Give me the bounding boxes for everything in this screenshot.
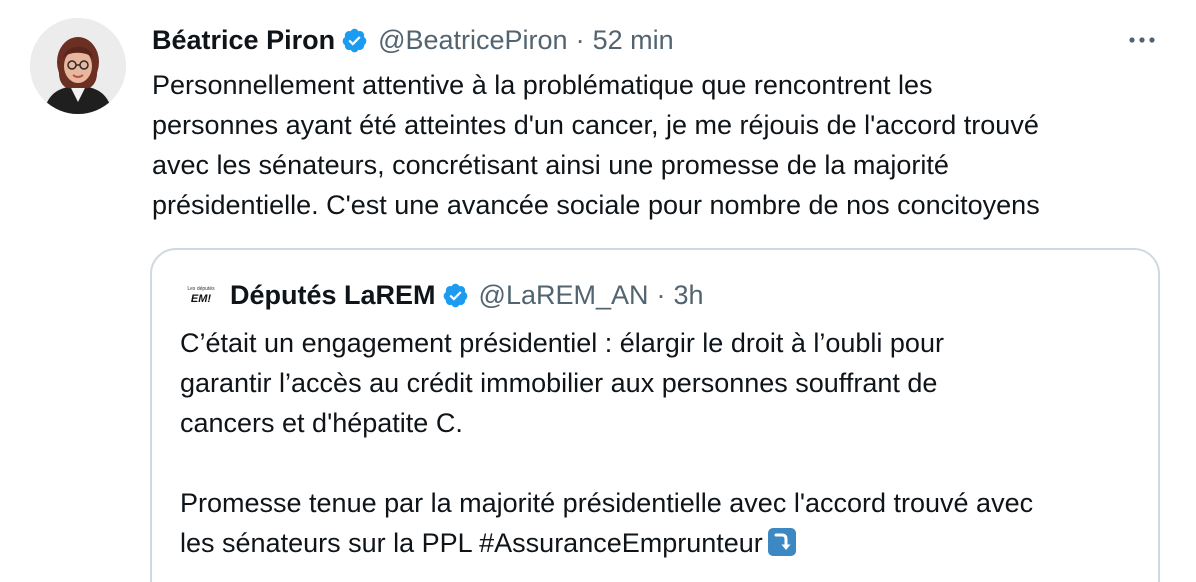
quoted-text-hashtag-line: les sénateurs sur la PPL #AssuranceEmpru…	[180, 528, 763, 558]
author-avatar[interactable]	[30, 18, 126, 114]
quoted-text-line	[180, 443, 1140, 483]
tweet[interactable]: Béatrice Piron @BeatricePiron · 52 min P…	[0, 0, 1196, 582]
more-options-icon[interactable]	[1126, 28, 1158, 52]
quoted-tweet[interactable]: Les députés EM! Députés LaREM @LaREM_AN …	[150, 248, 1160, 582]
tweet-text: Personnellement attentive à la problémat…	[152, 65, 1162, 225]
tweet-timestamp[interactable]: 52 min	[593, 25, 674, 56]
arrow-curving-down-emoji	[767, 528, 796, 556]
quoted-tweet-text: C’était un engagement présidentiel : éla…	[180, 323, 1140, 563]
quoted-text-line: cancers et d'hépatite C.	[180, 408, 463, 438]
author-handle[interactable]: @BeatricePiron	[378, 25, 568, 56]
tweet-text-line: avec les sénateurs, concrétisant ainsi u…	[152, 150, 949, 180]
quoted-author-handle[interactable]: @LaREM_AN	[479, 280, 649, 311]
quoted-header-separator: ·	[656, 279, 666, 310]
quoted-author-name[interactable]: Députés LaREM	[230, 280, 436, 311]
verified-badge-icon	[342, 28, 367, 52]
author-name[interactable]: Béatrice Piron	[152, 25, 335, 56]
header-separator: ·	[575, 24, 585, 55]
quoted-tweet-timestamp[interactable]: 3h	[674, 280, 704, 311]
quoted-author-avatar[interactable]: Les députés EM!	[186, 280, 216, 310]
quoted-text-line-last: les sénateurs sur la PPL #AssuranceEmpru…	[180, 523, 1140, 563]
tweet-text-line: personnes ayant été atteintes d'un cance…	[152, 110, 1039, 140]
quoted-text-line: garantir l’accès au crédit immobilier au…	[180, 368, 938, 398]
profile-photo	[30, 18, 126, 114]
quoted-text-line: C’était un engagement présidentiel : éla…	[180, 328, 944, 358]
logo-text: EM!	[191, 293, 212, 305]
logo-subtext: Les députés	[187, 286, 215, 292]
quoted-tweet-header: Les députés EM! Députés LaREM @LaREM_AN …	[186, 278, 704, 312]
verified-badge-icon	[443, 283, 467, 307]
quoted-text-line: Promesse tenue par la majorité président…	[180, 488, 1034, 518]
tweet-text-line: présidentielle. C'est une avancée social…	[152, 190, 1040, 220]
tweet-header: Béatrice Piron @BeatricePiron · 52 min	[152, 22, 674, 58]
tweet-text-line: Personnellement attentive à la problémat…	[152, 70, 933, 100]
